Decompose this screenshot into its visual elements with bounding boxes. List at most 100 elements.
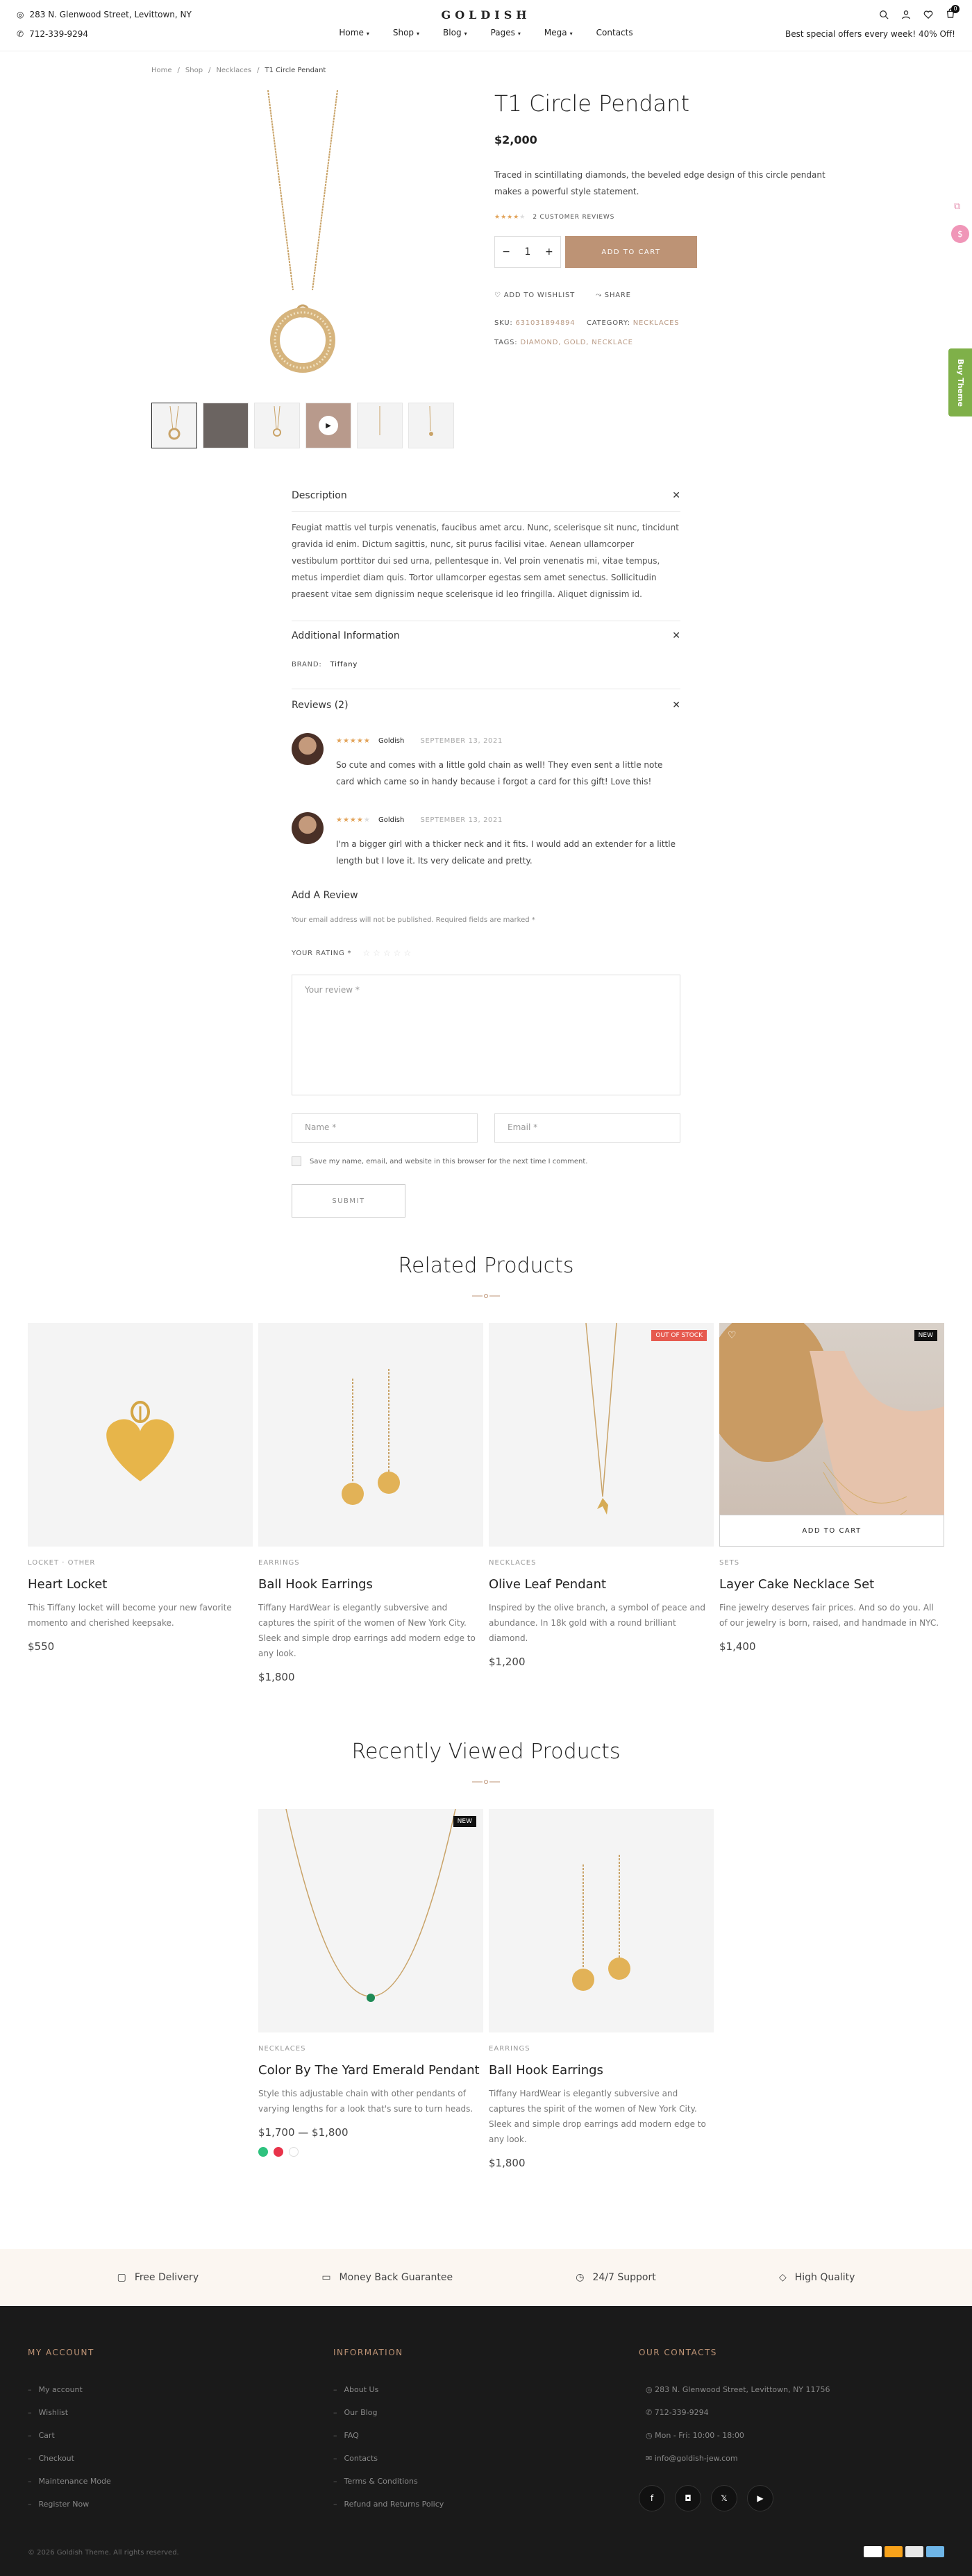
close-icon[interactable]: ✕ xyxy=(672,700,680,711)
product-card[interactable]: NEW ♡ ADD TO CART SETS Layer Cake Neckla… xyxy=(719,1323,944,1653)
product-card[interactable]: OUT OF STOCK NECKLACES Olive Leaf Pendan… xyxy=(489,1323,714,1668)
name-field[interactable]: Name * xyxy=(292,1113,478,1143)
swatch-green[interactable] xyxy=(258,2147,268,2157)
reviews-tab[interactable]: Reviews (2) ✕ xyxy=(292,700,680,711)
footer-link[interactable]: Cart xyxy=(28,2424,111,2447)
product-name[interactable]: Olive Leaf Pendant xyxy=(489,1576,714,1593)
avatar xyxy=(292,733,324,765)
thumbnail-1[interactable] xyxy=(151,403,197,448)
breadcrumb-shop[interactable]: Shop xyxy=(185,67,203,74)
product-category[interactable]: SETS xyxy=(719,1559,944,1567)
footer-link[interactable]: Checkout xyxy=(28,2447,111,2470)
nav-shop[interactable]: Shop ▾ xyxy=(393,28,419,37)
additional-info-tab[interactable]: Additional Information ✕ xyxy=(292,630,680,641)
product-desc: Tiffany HardWear is elegantly subversive… xyxy=(258,1603,476,1658)
breadcrumb-necklaces[interactable]: Necklaces xyxy=(216,67,251,74)
footer-link[interactable]: FAQ xyxy=(333,2424,444,2447)
product-category[interactable]: LOCKET · OTHER xyxy=(28,1559,253,1567)
x-icon[interactable]: 𝕏 xyxy=(711,2485,737,2511)
instagram-icon[interactable]: ◘ xyxy=(675,2485,701,2511)
product-name[interactable]: Heart Locket xyxy=(28,1576,253,1593)
footer-link[interactable]: Terms & Conditions xyxy=(333,2470,444,2493)
product-name[interactable]: Layer Cake Necklace Set xyxy=(719,1576,944,1593)
thumbnail-2[interactable] xyxy=(203,403,249,448)
footer-link[interactable]: Refund and Returns Policy xyxy=(333,2493,444,2516)
contact-phone[interactable]: ✆ 712-339-9294 xyxy=(639,2401,830,2424)
product-main-image[interactable] xyxy=(151,82,454,387)
payment-icons xyxy=(861,2546,944,2560)
category-link[interactable]: NECKLACES xyxy=(633,319,680,327)
section-divider-icon xyxy=(472,1780,500,1784)
thumbnail-5[interactable] xyxy=(357,403,403,448)
product-name[interactable]: Ball Hook Earrings xyxy=(489,2062,714,2079)
add-to-cart-button[interactable]: ADD TO CART xyxy=(565,236,697,268)
nav-contacts[interactable]: Contacts xyxy=(596,28,633,37)
swatch-white[interactable] xyxy=(289,2147,299,2157)
quantity-stepper[interactable]: − 1 + xyxy=(494,236,561,268)
nav-mega[interactable]: Mega ▾ xyxy=(544,28,573,37)
rating-stars-input[interactable]: ☆☆☆☆☆ xyxy=(362,948,414,958)
increase-button[interactable]: + xyxy=(545,246,553,258)
product-image[interactable]: NEW ♡ ADD TO CART xyxy=(719,1323,944,1547)
product-category[interactable]: NECKLACES xyxy=(489,1559,714,1567)
footer-account: MY ACCOUNT My account Wishlist Cart Chec… xyxy=(28,2348,111,2516)
footer-link[interactable]: Wishlist xyxy=(28,2401,111,2424)
wishlist-link[interactable]: ♡ ADD TO WISHLIST xyxy=(494,292,575,299)
thumbnail-6[interactable] xyxy=(408,403,454,448)
consent-checkbox[interactable] xyxy=(292,1156,301,1166)
buy-theme-tab[interactable]: Buy Theme xyxy=(948,348,972,416)
footer-link[interactable]: Contacts xyxy=(333,2447,444,2470)
reviews-link[interactable]: 2 CUSTOMER REVIEWS xyxy=(533,214,614,221)
thumbnail-3[interactable] xyxy=(254,403,300,448)
product-card[interactable]: EARRINGS Ball Hook Earrings Tiffany Hard… xyxy=(489,1809,714,2169)
submit-button[interactable]: SUBMIT xyxy=(292,1184,405,1218)
sale-icon[interactable]: $ xyxy=(951,225,969,243)
user-icon[interactable] xyxy=(901,10,911,19)
share-link[interactable]: ⤳ SHARE xyxy=(596,292,631,299)
quantity-value[interactable]: 1 xyxy=(525,246,531,258)
footer-link[interactable]: Maintenance Mode xyxy=(28,2470,111,2493)
footer-link[interactable]: Register Now xyxy=(28,2493,111,2516)
thumbnail-video[interactable]: ▶ xyxy=(305,403,351,448)
product-price: $1,400 xyxy=(719,1640,756,1653)
footer-link[interactable]: About Us xyxy=(333,2378,444,2401)
youtube-icon[interactable]: ▶ xyxy=(747,2485,773,2511)
review-textarea[interactable]: Your review * xyxy=(292,975,680,1095)
heart-icon[interactable]: ♡ xyxy=(728,1330,737,1341)
contact-email[interactable]: ✉ info@goldish-jew.com xyxy=(639,2447,830,2470)
footer-link[interactable]: Our Blog xyxy=(333,2401,444,2424)
description-tab[interactable]: Description ✕ xyxy=(292,490,680,501)
tag-links[interactable]: DIAMOND, GOLD, NECKLACE xyxy=(520,339,632,346)
product-category[interactable]: NECKLACES xyxy=(258,2045,483,2053)
swatch-red[interactable] xyxy=(274,2147,283,2157)
add-to-cart-button[interactable]: ADD TO CART xyxy=(719,1515,944,1547)
nav-pages[interactable]: Pages ▾ xyxy=(491,28,521,37)
product-name[interactable]: Ball Hook Earrings xyxy=(258,1576,483,1593)
product-image[interactable]: OUT OF STOCK xyxy=(489,1323,714,1547)
cart-button[interactable]: 0 xyxy=(946,5,960,21)
product-image[interactable] xyxy=(258,1323,483,1547)
close-icon[interactable]: ✕ xyxy=(672,630,680,641)
decrease-button[interactable]: − xyxy=(502,246,510,258)
product-card[interactable]: NEW NECKLACES Color By The Yard Emerald … xyxy=(258,1809,483,2157)
product-category[interactable]: EARRINGS xyxy=(489,2045,714,2053)
product-name[interactable]: Color By The Yard Emerald Pendant xyxy=(258,2062,483,2079)
product-category[interactable]: EARRINGS xyxy=(258,1559,483,1567)
product-card[interactable]: LOCKET · OTHER Heart Locket This Tiffany… xyxy=(28,1323,253,1653)
product-card[interactable]: EARRINGS Ball Hook Earrings Tiffany Hard… xyxy=(258,1323,483,1683)
feature-money-back: ▭ Money Back Guarantee xyxy=(321,2272,453,2283)
nav-blog[interactable]: Blog ▾ xyxy=(443,28,467,37)
product-image[interactable] xyxy=(28,1323,253,1547)
nav-home[interactable]: Home ▾ xyxy=(339,28,369,37)
email-field[interactable]: Email * xyxy=(494,1113,680,1143)
breadcrumb-home[interactable]: Home xyxy=(151,67,172,74)
close-icon[interactable]: ✕ xyxy=(672,490,680,501)
facebook-icon[interactable]: f xyxy=(639,2485,665,2511)
footer-link[interactable]: My account xyxy=(28,2378,111,2401)
search-icon[interactable] xyxy=(879,10,889,19)
product-image[interactable] xyxy=(489,1809,714,2032)
logo[interactable]: GOLDISH xyxy=(0,8,972,22)
product-image[interactable]: NEW xyxy=(258,1809,483,2032)
compare-icon[interactable]: ⧉ xyxy=(954,201,968,215)
heart-icon[interactable] xyxy=(923,10,933,19)
